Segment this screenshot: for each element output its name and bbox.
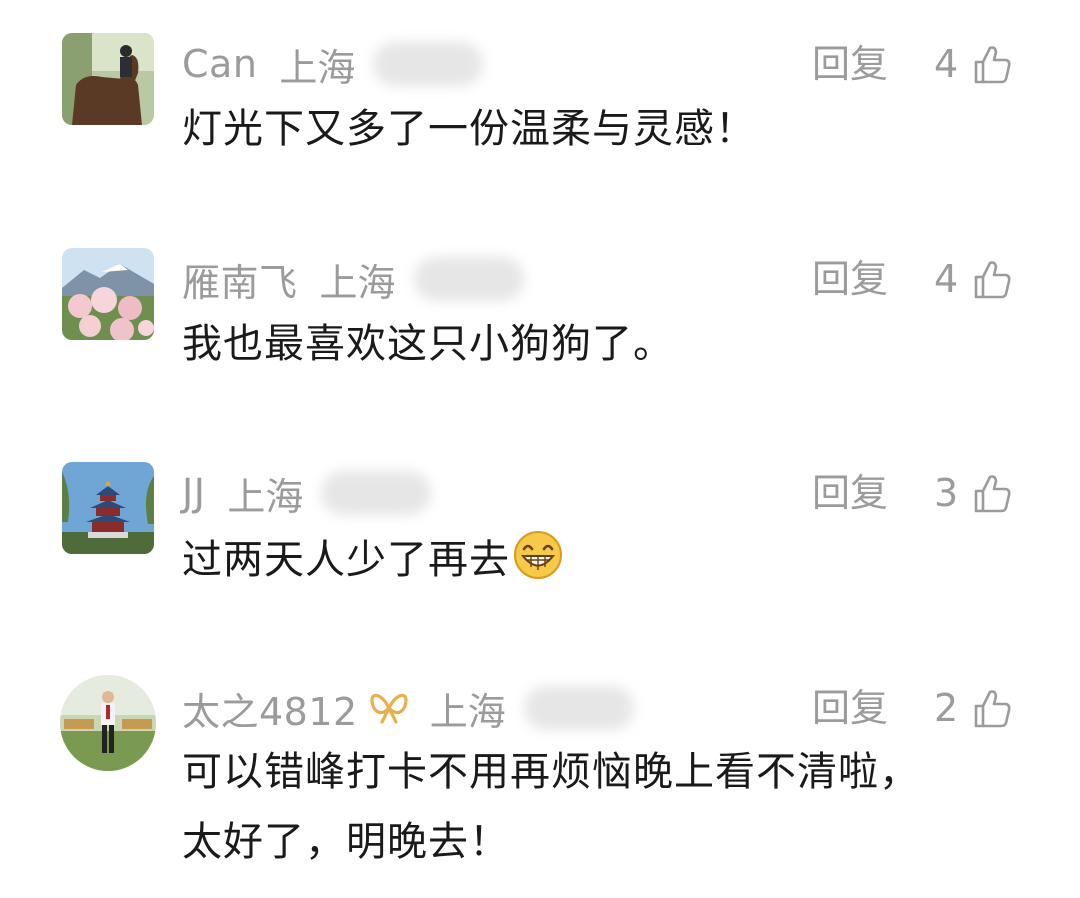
- user-location: 上海: [279, 45, 356, 90]
- thumbs-up-icon: [974, 475, 1011, 513]
- avatar-peony-mountain-image: [62, 248, 154, 340]
- comment-text: 我也最喜欢这只小狗狗了。: [182, 321, 674, 367]
- comment-meta: 太之4812 上海: [182, 680, 634, 736]
- user-location: 上海: [429, 689, 506, 734]
- grinning-face-emoji: [514, 531, 562, 579]
- blurred-timestamp: [523, 686, 634, 730]
- thumbs-up-icon: [974, 690, 1011, 728]
- vip-ribbon-icon: [370, 693, 408, 724]
- user-name[interactable]: 雁南飞: [182, 252, 298, 307]
- thumbs-up-icon: [974, 46, 1011, 84]
- blurred-timestamp: [413, 257, 524, 301]
- like-count: 4: [934, 257, 959, 301]
- reply-button[interactable]: 回复: [812, 465, 888, 521]
- avatar[interactable]: [62, 248, 154, 340]
- user-name[interactable]: Can: [182, 42, 257, 86]
- comment-meta: JJ 上海: [182, 465, 432, 521]
- like-count: 2: [934, 686, 959, 730]
- comment-text: 灯光下又多了一份温柔与灵感！: [182, 106, 756, 152]
- comment-item: 太之4812 上海 回复 2 可以错峰打卡不用再烦恼晚上看不清啦， 太好了，明晚…: [0, 647, 1080, 898]
- user-name[interactable]: JJ: [182, 471, 205, 515]
- avatar[interactable]: [60, 675, 156, 771]
- user-location: 上海: [319, 260, 396, 305]
- like-count: 4: [934, 42, 959, 86]
- comment-text-line-2: 太好了，明晚去！: [182, 819, 510, 865]
- user-location: 上海: [227, 474, 304, 519]
- avatar-temple-of-heaven-image: [62, 462, 154, 554]
- comment-text-line-1: 可以错峰打卡不用再烦恼晚上看不清啦，: [182, 749, 920, 795]
- comment-item: 雁南飞 上海 回复 4 我也最喜欢这只小狗狗了。: [0, 215, 1080, 415]
- reply-button[interactable]: 回复: [812, 36, 888, 92]
- like-button[interactable]: 4: [934, 251, 1014, 307]
- reply-button[interactable]: 回复: [812, 680, 888, 736]
- avatar-person-garden-image: [60, 675, 156, 771]
- avatar-horse-rider-image: [62, 33, 154, 125]
- comment-text: 过两天人少了再去: [182, 529, 564, 589]
- avatar[interactable]: [62, 33, 154, 125]
- blurred-timestamp: [321, 471, 432, 515]
- like-button[interactable]: 4: [934, 36, 1014, 92]
- comment-item: JJ 上海 回复 3 过两天人少了再去: [0, 429, 1080, 629]
- comment-meta: Can 上海: [182, 36, 484, 92]
- like-button[interactable]: 2: [934, 680, 1014, 736]
- like-count: 3: [934, 471, 959, 515]
- like-button[interactable]: 3: [934, 465, 1014, 521]
- thumbs-up-icon: [974, 261, 1011, 299]
- reply-button[interactable]: 回复: [812, 251, 888, 307]
- avatar[interactable]: [62, 462, 154, 554]
- comment-text-body: 过两天人少了再去: [182, 537, 510, 583]
- comment-item: Can 上海 回复 4 灯光下又多了一份温柔与灵感！: [0, 0, 1080, 200]
- user-name[interactable]: 太之4812: [182, 681, 358, 736]
- blurred-timestamp: [373, 42, 484, 86]
- comment-meta: 雁南飞 上海: [182, 251, 524, 307]
